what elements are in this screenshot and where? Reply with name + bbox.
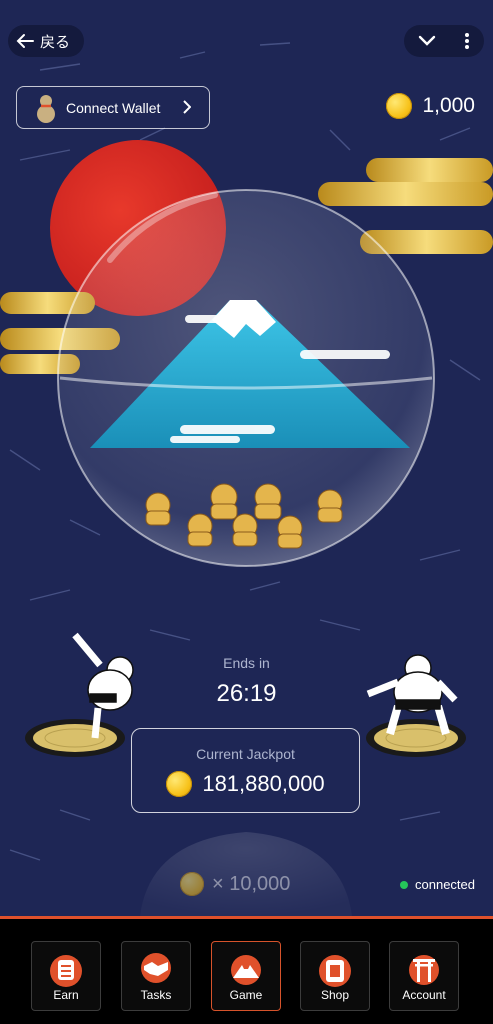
coin-icon (180, 872, 204, 896)
window-controls (404, 25, 484, 57)
back-button[interactable]: 戻る (8, 25, 84, 57)
chevron-down-icon[interactable] (418, 35, 436, 47)
fukubukuro-icon (319, 955, 351, 987)
jackpot-card: Current Jackpot 181,880,000 (131, 728, 360, 813)
status-label: connected (415, 877, 475, 892)
connection-status: connected (400, 877, 475, 892)
bet-amount: × 10,000 (212, 872, 291, 895)
tab-account[interactable]: Account (389, 941, 459, 1011)
back-label: 戻る (40, 33, 71, 51)
more-vertical-icon[interactable] (464, 32, 470, 50)
countdown-timer: 26:19 (216, 680, 277, 707)
tab-label: Account (402, 988, 446, 1002)
tab-label: Tasks (140, 988, 172, 1002)
connect-wallet-label: Connect Wallet (66, 99, 161, 116)
arrow-left-icon (16, 34, 34, 48)
tab-earn[interactable]: Earn (31, 941, 101, 1011)
tab-game[interactable]: Game (211, 941, 281, 1011)
lucky-bag-icon (50, 955, 82, 987)
handshake-icon (141, 953, 171, 983)
tab-label: Earn (53, 988, 79, 1002)
tab-tasks[interactable]: Tasks (121, 941, 191, 1011)
gourd-icon (37, 94, 55, 123)
tab-shop[interactable]: Shop (300, 941, 370, 1011)
jackpot-amount: 181,880,000 (132, 771, 359, 797)
connect-wallet-button[interactable]: Connect Wallet (16, 86, 210, 129)
mount-fuji-icon (231, 955, 261, 985)
tab-label: Game (229, 988, 263, 1002)
jackpot-value: 181,880,000 (202, 771, 325, 796)
coin-icon (386, 93, 413, 119)
bet-button[interactable]: × 10,000 (180, 872, 290, 896)
jackpot-label: Current Jackpot (196, 746, 295, 762)
chevron-right-icon (183, 100, 191, 114)
coin-icon (166, 771, 193, 797)
torii-icon (409, 955, 439, 985)
tab-label: Shop (320, 988, 350, 1002)
coin-balance: 1,000 (386, 93, 475, 119)
game-screen: 戻る Connect Wallet 1,000 Ends in 26:19 Cu… (0, 0, 493, 1024)
balance-amount: 1,000 (422, 94, 475, 117)
bottom-nav: Earn Tasks Game Shop Account (0, 916, 493, 1024)
ends-in-label: Ends in (223, 655, 270, 671)
status-dot-icon (400, 880, 408, 889)
